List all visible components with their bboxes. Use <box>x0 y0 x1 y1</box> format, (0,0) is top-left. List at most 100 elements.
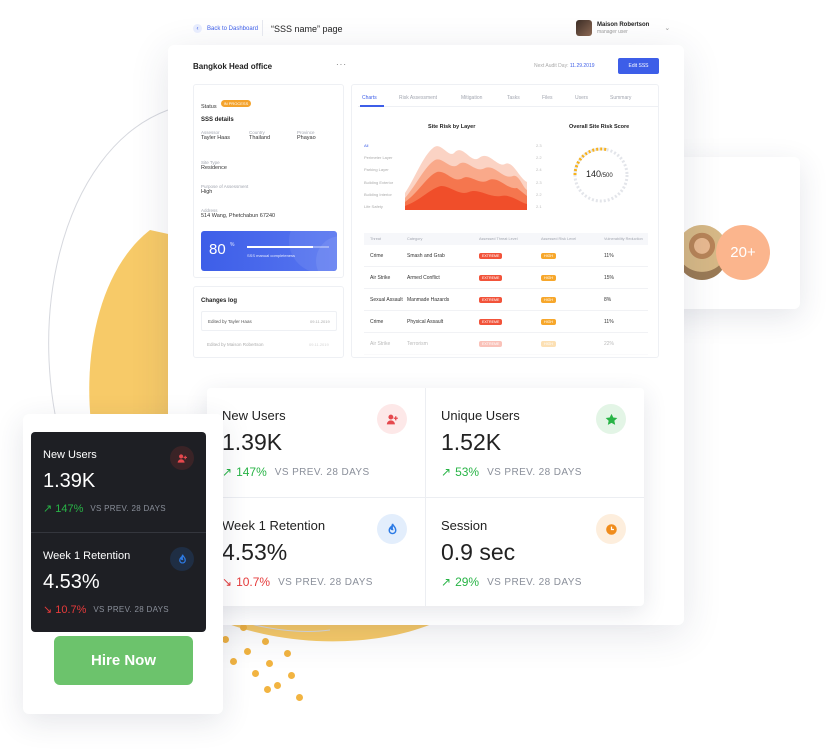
layer-item[interactable]: Perimeter Layer <box>364 152 393 164</box>
status-label: Status <box>201 104 217 110</box>
dark-stat-week1-retention[interactable]: Week 1 Retention 4.53% ↘ 10.7% VS PREV. 28… <box>31 533 206 633</box>
completeness-value: 80 <box>209 241 226 258</box>
change-item[interactable]: Edited by Maison Robertson 09.11.2019 <box>201 335 337 355</box>
trend-up-icon: ↗ <box>222 465 233 479</box>
field-address: Address 514 Wang, Phetchabun 67240 <box>201 208 276 219</box>
stat-unique-users[interactable]: Unique Users 1.52K ↗ 53% VS PREV. 28 DAYS <box>426 388 644 497</box>
decorative-circles <box>289 231 337 271</box>
stat-value: 1.52K <box>441 429 502 455</box>
stat-delta: ↗ 147% VS PREV. 28 DAYS <box>43 502 166 516</box>
flame-icon <box>170 547 194 571</box>
hire-now-button[interactable]: Hire Now <box>54 636 193 685</box>
table-row[interactable]: Air Strike Armed Conflict EXTREME HIGH 15… <box>364 267 648 289</box>
layer-item[interactable]: All <box>364 140 393 152</box>
risk-level-badge: HIGH <box>541 252 556 259</box>
stat-delta: ↘ 10.7% VS PREV. 28 DAYS <box>43 603 169 617</box>
flame-icon <box>377 514 407 544</box>
clock-icon <box>596 514 626 544</box>
stat-session[interactable]: Session 0.9 sec ↗ 29% VS PREV. 28 DAYS <box>426 498 644 607</box>
field-purpose: Purpose of Assessment High <box>201 184 249 195</box>
threat-level-badge: EXTREME <box>479 318 503 325</box>
stat-title: Week 1 Retention <box>222 518 326 533</box>
tab-users[interactable]: Users <box>575 95 610 101</box>
threat-level-badge: EXTREME <box>479 274 503 281</box>
layer-item[interactable]: Building Interior <box>364 189 393 201</box>
dark-stat-new-users[interactable]: New Users 1.39K ↗ 147% VS PREV. 28 DAYS <box>31 432 206 532</box>
tab-charts[interactable]: Charts <box>362 95 399 101</box>
stat-delta: ↘ 10.7% VS PREV. 28 DAYS <box>222 575 373 589</box>
overall-score-title: Overall Site Risk Score <box>569 124 630 130</box>
threat-level-badge: EXTREME <box>479 296 503 303</box>
change-item[interactable]: Edited by Tayler Haas 09.11.2019 <box>201 311 337 331</box>
edit-sss-button[interactable]: Edit SSS <box>618 58 659 74</box>
arrow-left-icon: ‹ <box>193 24 202 33</box>
stat-value: 4.53% <box>222 539 288 565</box>
stat-title: New Users <box>43 449 97 461</box>
table-row[interactable]: Sexual Assault Manmade Hazards EXTREME HI… <box>364 289 648 311</box>
office-title: Bangkok Head office <box>193 62 273 71</box>
risk-table: Threat Category Assessed Threat Level Asse… <box>364 233 648 355</box>
layer-scale: 2.3 2.2 2.4 2.3 2.2 2.1 <box>536 143 542 210</box>
divider <box>262 20 263 36</box>
avatar <box>576 20 592 36</box>
stat-delta: ↗ 53% VS PREV. 28 DAYS <box>441 465 582 479</box>
sss-details-title: SSS details <box>201 117 234 123</box>
layer-item[interactable]: Life Safety <box>364 201 393 213</box>
user-name: Maison Robertson <box>597 22 650 28</box>
stat-title: Session <box>441 518 488 533</box>
trend-down-icon: ↘ <box>222 575 233 589</box>
threat-level-badge: EXTREME <box>479 340 503 347</box>
user-role: manager user <box>597 29 628 35</box>
star-icon <box>596 404 626 434</box>
site-risk-area-chart <box>405 146 527 210</box>
stat-title: Week 1 Retention <box>43 550 131 562</box>
changes-log-title: Changes log <box>201 298 238 304</box>
completeness-card: 80 % SSS manual completeness <box>201 231 337 271</box>
team-more-count: 20+ <box>730 244 756 261</box>
layer-item[interactable]: Parking Layer <box>364 164 393 176</box>
stat-title: Unique Users <box>441 408 520 423</box>
more-options-icon[interactable]: ··· <box>336 60 347 69</box>
risk-level-badge: HIGH <box>541 296 556 303</box>
stat-value: 1.39K <box>222 429 283 455</box>
team-more-badge[interactable]: 20+ <box>716 225 770 280</box>
stat-value: 1.39K <box>43 470 96 492</box>
tab-tasks[interactable]: Tasks <box>507 95 542 101</box>
layer-list: All Perimeter Layer Parking Layer Buildi… <box>364 140 393 213</box>
layer-item[interactable]: Building Exterior <box>364 177 393 189</box>
stat-delta: ↗ 29% VS PREV. 28 DAYS <box>441 575 582 589</box>
back-label: Back to Dashboard <box>207 25 259 32</box>
trend-up-icon: ↗ <box>43 503 53 515</box>
threat-level-badge: EXTREME <box>479 252 503 259</box>
dark-stats-card: New Users 1.39K ↗ 147% VS PREV. 28 DAYS We… <box>31 432 206 632</box>
table-row[interactable]: Air Strike Terrorism EXTREME HIGH 22% <box>364 333 648 355</box>
field-site-type: Site Type Residence <box>201 160 227 171</box>
back-to-dashboard-link[interactable]: ‹ Back to Dashboard <box>193 24 258 33</box>
add-user-icon <box>377 404 407 434</box>
status-badge: IN PROCESS <box>220 100 252 108</box>
user-menu[interactable]: Maison Robertson manager user ⌄ <box>576 20 670 36</box>
tab-risk-assessment[interactable]: Risk Assessment <box>399 95 461 101</box>
completeness-unit: % <box>230 242 235 248</box>
audit-label: Next Audit Day: <box>534 63 569 69</box>
tab-summary[interactable]: Summary <box>610 95 647 101</box>
overall-score: 140/500 <box>586 169 613 179</box>
risk-level-badge: HIGH <box>541 274 556 281</box>
stat-week1-retention[interactable]: Week 1 Retention 4.53% ↘ 10.7% VS PREV. 28… <box>207 498 425 607</box>
table-row[interactable]: Crime Smash and Grab EXTREME HIGH 11% <box>364 245 648 267</box>
completeness-fill <box>247 246 313 248</box>
table-row[interactable]: Crime Physical Assault EXTREME HIGH 11% <box>364 311 648 333</box>
completeness-label: SSS manual completeness <box>247 253 296 258</box>
stat-value: 0.9 sec <box>441 539 516 565</box>
stat-delta: ↗ 147% VS PREV. 28 DAYS <box>222 465 370 479</box>
add-user-icon <box>170 446 194 470</box>
stat-new-users[interactable]: New Users 1.39K ↗ 147% VS PREV. 28 DAYS <box>207 388 425 497</box>
tab-files[interactable]: Files <box>542 95 575 101</box>
tab-active-indicator <box>360 105 384 107</box>
trend-up-icon: ↗ <box>441 465 452 479</box>
field-country: Country Thailand <box>249 130 271 141</box>
site-risk-title: Site Risk by Layer <box>428 124 476 130</box>
stats-card: New Users 1.39K ↗ 147% VS PREV. 28 DAYS Un… <box>207 388 644 606</box>
completeness-bar <box>247 246 329 248</box>
tab-mitigation[interactable]: Mitigation <box>461 95 507 101</box>
